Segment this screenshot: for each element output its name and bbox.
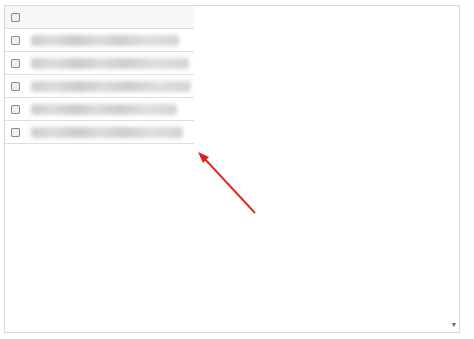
arrow-shaft xyxy=(202,156,256,214)
annotation-arrow xyxy=(198,152,256,214)
